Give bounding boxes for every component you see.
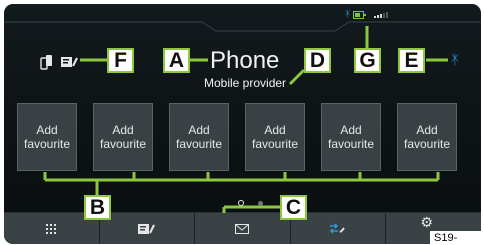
call-list-icon [330, 223, 345, 234]
contacts-button[interactable] [99, 213, 196, 244]
favourites-row: Add favourite Add favourite Add favourite A… [17, 103, 457, 171]
infotainment-screen: ᛡ Phone Mobile provider ᛡ Add favourite A… [4, 4, 481, 244]
page-dot-active[interactable] [238, 200, 244, 206]
status-bar: ᛡ [345, 10, 389, 20]
figure-reference-label: S19-0532 [430, 231, 484, 245]
bottom-nav-bar: ⚙ [4, 212, 481, 244]
callout-c: C [280, 195, 307, 220]
add-favourite-button[interactable]: Add favourite [245, 103, 305, 171]
bluetooth-icon: ᛡ [345, 10, 351, 20]
signal-strength-icon [374, 12, 389, 18]
page-indicator[interactable] [238, 200, 263, 206]
phone-device-icon[interactable] [40, 54, 53, 70]
contacts-icon [137, 224, 155, 234]
add-favourite-button[interactable]: Add favourite [169, 103, 229, 171]
page-dot[interactable] [258, 200, 263, 206]
callout-e: E [398, 48, 425, 73]
keypad-icon [46, 224, 57, 234]
callout-g: G [354, 48, 381, 73]
screenshot: ᛡ Phone Mobile provider ᛡ Add favourite A… [0, 0, 484, 245]
add-favourite-button[interactable]: Add favourite [397, 103, 457, 171]
add-favourite-button[interactable]: Add favourite [93, 103, 153, 171]
top-bezel-outline [4, 21, 481, 32]
callout-a: A [163, 48, 190, 73]
contact-card-icon[interactable] [61, 56, 78, 68]
callout-b: B [84, 195, 111, 220]
add-favourite-button[interactable]: Add favourite [17, 103, 77, 171]
mobile-provider-label: Mobile provider [204, 76, 287, 90]
page-title: Phone [210, 47, 280, 74]
messages-button[interactable] [195, 213, 291, 244]
add-favourite-button[interactable]: Add favourite [321, 103, 381, 171]
callout-f: F [107, 48, 134, 73]
messages-icon [235, 224, 250, 234]
settings-icon: ⚙ [420, 215, 433, 231]
callout-d: D [304, 48, 331, 73]
battery-icon [353, 11, 367, 19]
bluetooth-icon[interactable]: ᛡ [451, 53, 459, 69]
